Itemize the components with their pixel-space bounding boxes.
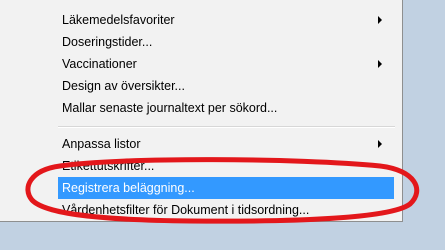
submenu-arrow-icon bbox=[378, 140, 382, 148]
menu-item-label: Registrera beläggning... bbox=[62, 181, 195, 195]
menu-item-etikettutskrifter[interactable]: Etikettutskrifter... bbox=[58, 155, 394, 177]
context-menu: Läkemedelsfavoriter Doseringstider... Va… bbox=[0, 0, 403, 222]
menu-item-vaccinationer[interactable]: Vaccinationer bbox=[58, 53, 394, 75]
menu-item-mallar-senaste-journaltext[interactable]: Mallar senaste journaltext per sökord... bbox=[58, 97, 394, 119]
menu-icon-gutter bbox=[0, 0, 56, 221]
menu-item-label: Design av översikter... bbox=[62, 79, 185, 93]
menu-item-registrera-belaggning[interactable]: Registrera beläggning... bbox=[58, 177, 394, 199]
menu-item-label: Anpassa listor bbox=[62, 137, 141, 151]
menu-item-anpassa-listor[interactable]: Anpassa listor bbox=[58, 133, 394, 155]
menu-separator bbox=[58, 126, 395, 128]
menu-item-label: Doseringstider... bbox=[62, 35, 153, 49]
menu-item-label: Läkemedelsfavoriter bbox=[62, 13, 175, 27]
menu-item-lakemedelsfavoriter[interactable]: Läkemedelsfavoriter bbox=[58, 9, 394, 31]
menu-item-label: Vårdenhetsfilter för Dokument i tidsordn… bbox=[62, 203, 310, 217]
menu-item-label: Mallar senaste journaltext per sökord... bbox=[62, 101, 278, 115]
screen: Läkemedelsfavoriter Doseringstider... Va… bbox=[0, 0, 445, 250]
menu-item-design-av-oversikter[interactable]: Design av översikter... bbox=[58, 75, 394, 97]
menu-item-vardenhetsfilter[interactable]: Vårdenhetsfilter för Dokument i tidsordn… bbox=[58, 199, 394, 221]
menu-item-label: Etikettutskrifter... bbox=[62, 159, 155, 173]
submenu-arrow-icon bbox=[378, 60, 382, 68]
menu-item-doseringstider[interactable]: Doseringstider... bbox=[58, 31, 394, 53]
menu-item-label: Vaccinationer bbox=[62, 57, 137, 71]
submenu-arrow-icon bbox=[378, 16, 382, 24]
